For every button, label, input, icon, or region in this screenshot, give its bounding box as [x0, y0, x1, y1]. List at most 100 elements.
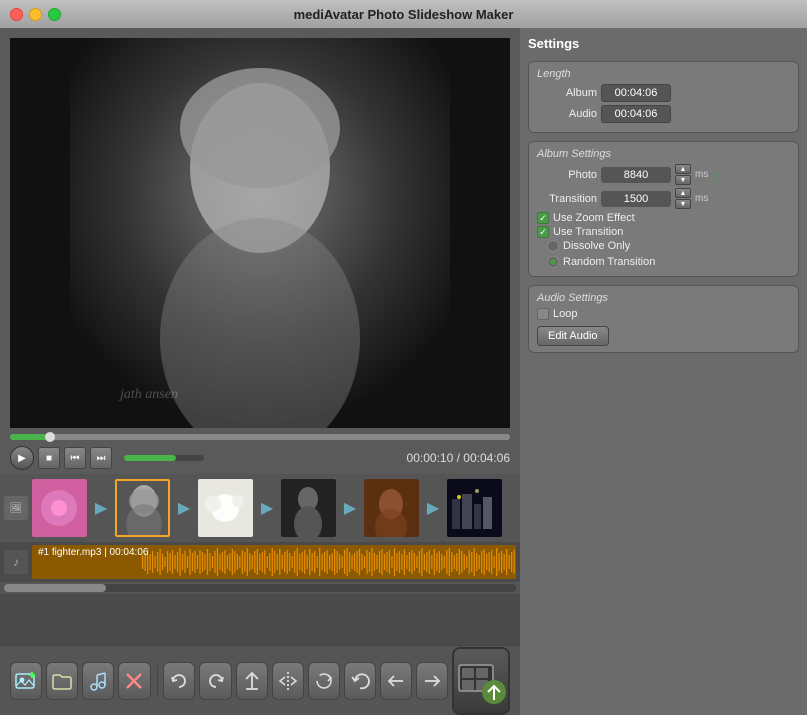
- dissolve-only-row: Dissolve Only: [547, 240, 790, 252]
- photo-thumb-2[interactable]: [115, 479, 170, 537]
- add-music-button[interactable]: [82, 662, 114, 700]
- transition-3[interactable]: ▶: [253, 494, 281, 522]
- loop-checkbox[interactable]: [537, 308, 549, 320]
- left-panel: jath ansen ▶ ■ ⏮ ⏭ 00:00:10 / 00:04:06: [0, 28, 520, 715]
- photo-thumb-6[interactable]: [447, 479, 502, 537]
- photo-duration-up[interactable]: ▲: [675, 164, 691, 174]
- photo-thumb-1[interactable]: [32, 479, 87, 537]
- use-transition-row: ✓ Use Transition: [537, 226, 790, 238]
- transition-5[interactable]: ▶: [419, 494, 447, 522]
- move-left-button[interactable]: [380, 662, 412, 700]
- transition-input[interactable]: [601, 191, 671, 207]
- transition-1[interactable]: ▶: [87, 494, 115, 522]
- thumb-4-svg: [281, 479, 336, 537]
- progress-fill: [10, 434, 50, 440]
- photo-thumb-4[interactable]: [281, 479, 336, 537]
- main-area: jath ansen ▶ ■ ⏮ ⏭ 00:00:10 / 00:04:06: [0, 28, 807, 715]
- use-transition-checkbox[interactable]: ✓: [537, 226, 549, 238]
- album-settings-group: Album Settings Photo ▲ ▼ ms ♪ Transition…: [528, 141, 799, 277]
- timeline-scrollbar[interactable]: [0, 582, 520, 594]
- loop-row: Loop: [537, 308, 790, 320]
- add-folder-button[interactable]: [46, 662, 78, 700]
- thumb-1-svg: [32, 479, 87, 537]
- photo-thumb-3[interactable]: [198, 479, 253, 537]
- audio-settings-title: Audio Settings: [537, 292, 790, 304]
- photo-duration-input[interactable]: [601, 167, 671, 183]
- zoom-effect-row: ✓ Use Zoom Effect: [537, 212, 790, 224]
- maximize-button[interactable]: [48, 8, 61, 21]
- transition-up[interactable]: ▲: [675, 188, 691, 198]
- traffic-lights: [10, 8, 61, 21]
- prev-button[interactable]: ⏮: [64, 447, 86, 469]
- dissolve-label: Dissolve Only: [563, 240, 630, 252]
- scrollbar-thumb[interactable]: [4, 584, 106, 592]
- volume-track[interactable]: [124, 455, 204, 461]
- timeline-area: 🖼 ▶: [0, 474, 520, 645]
- toolbar: [0, 645, 520, 715]
- transition-unit: ms: [695, 193, 708, 204]
- close-button[interactable]: [10, 8, 23, 21]
- app-title: mediAvatar Photo Slideshow Maker: [294, 7, 514, 22]
- rotate-cw-button[interactable]: [199, 662, 231, 700]
- preview-area: jath ansen: [10, 38, 510, 428]
- audio-track: ♪ #1 fighter.mp3 | 00:04:06: [0, 542, 520, 582]
- right-panel: Settings Length Album 00:04:06 Audio 00:…: [520, 28, 807, 715]
- audio-wave-container[interactable]: #1 fighter.mp3 | 00:04:06: [32, 545, 516, 579]
- volume-fill: [124, 455, 176, 461]
- waveform-svg: [142, 545, 516, 579]
- minimize-button[interactable]: [29, 8, 42, 21]
- transition-down[interactable]: ▼: [675, 199, 691, 209]
- photo-duration-down[interactable]: ▼: [675, 175, 691, 185]
- random-radio[interactable]: [547, 256, 559, 268]
- transition-spinner[interactable]: ▲ ▼: [675, 188, 691, 209]
- zoom-effect-label: Use Zoom Effect: [553, 212, 635, 224]
- photo-thumb-5[interactable]: [364, 479, 419, 537]
- sync-icon[interactable]: ♪: [712, 167, 719, 183]
- export-button[interactable]: [452, 647, 510, 715]
- thumb-3-svg: [198, 479, 253, 537]
- settings-title: Settings: [528, 36, 799, 51]
- transition-duration-row: Transition ▲ ▼ ms: [537, 188, 790, 209]
- edit-audio-button[interactable]: Edit Audio: [537, 326, 609, 346]
- audio-icon: ♪: [4, 550, 28, 574]
- thumb-2-svg: [117, 479, 168, 537]
- progress-bar-container: [0, 428, 520, 442]
- progress-thumb: [45, 432, 55, 442]
- audio-value: 00:04:06: [601, 105, 671, 123]
- transition-4[interactable]: ▶: [336, 494, 364, 522]
- audio-length-row: Audio 00:04:06: [537, 105, 790, 123]
- next-button[interactable]: ⏭: [90, 447, 112, 469]
- transition-2[interactable]: ▶: [170, 494, 198, 522]
- audio-settings-group: Audio Settings Loop Edit Audio: [528, 285, 799, 353]
- length-group: Length Album 00:04:06 Audio 00:04:06: [528, 61, 799, 133]
- length-group-title: Length: [537, 68, 790, 80]
- zoom-effect-checkbox[interactable]: ✓: [537, 212, 549, 224]
- preview-svg: jath ansen: [10, 38, 510, 428]
- refresh-button[interactable]: [308, 662, 340, 700]
- dissolve-radio[interactable]: [547, 240, 559, 252]
- photos-icon: 🖼: [4, 496, 28, 520]
- album-settings-title: Album Settings: [537, 148, 790, 160]
- move-right-button[interactable]: [416, 662, 448, 700]
- photo-strip: 🖼 ▶: [0, 474, 520, 542]
- title-bar: mediAvatar Photo Slideshow Maker: [0, 0, 807, 28]
- flip-button[interactable]: [272, 662, 304, 700]
- add-photo-button[interactable]: [10, 662, 42, 700]
- undo-button[interactable]: [344, 662, 376, 700]
- scrollbar-track[interactable]: [4, 584, 516, 592]
- stop-button[interactable]: ■: [38, 447, 60, 469]
- transition-label: Transition: [537, 193, 597, 205]
- thumb-6-svg: [447, 479, 502, 537]
- radio-fill: [550, 259, 556, 265]
- time-display: 00:00:10 / 00:04:06: [407, 451, 510, 465]
- move-up-button[interactable]: [236, 662, 268, 700]
- divider-1: [157, 666, 158, 696]
- photo-duration-spinner[interactable]: ▲ ▼: [675, 164, 691, 185]
- rotate-ccw-button[interactable]: [163, 662, 195, 700]
- progress-track[interactable]: [10, 434, 510, 440]
- delete-button[interactable]: [118, 662, 150, 700]
- loop-label: Loop: [553, 308, 577, 320]
- play-button[interactable]: ▶: [10, 446, 34, 470]
- photo-unit: ms: [695, 169, 708, 180]
- random-label: Random Transition: [563, 256, 655, 268]
